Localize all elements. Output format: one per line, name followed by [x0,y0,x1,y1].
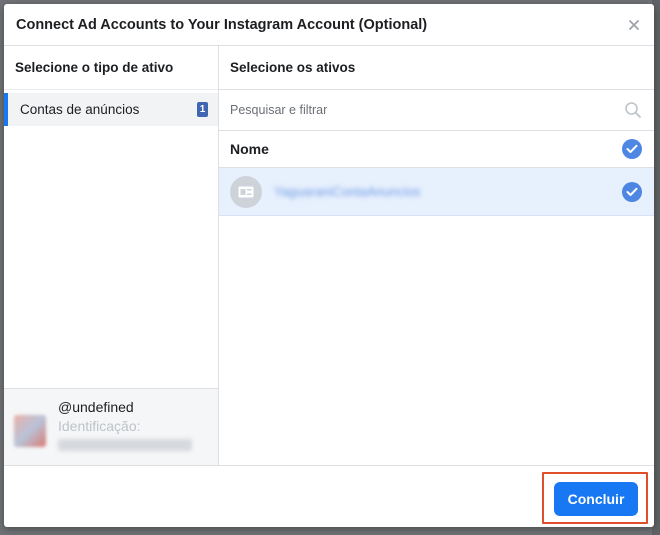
search-bar [219,90,654,131]
account-info: @undefined Identificação: [58,399,192,451]
instagram-account-card: @undefined Identificação: [4,388,218,465]
done-button[interactable]: Concluir [554,482,638,516]
dialog-title: Connect Ad Accounts to Your Instagram Ac… [16,16,428,33]
asset-selection-panel: Selecione os ativos Nome [219,46,654,465]
column-header-name: Nome [230,141,269,157]
highlight-frame: Concluir [542,472,648,524]
account-id-value-redacted [58,439,192,451]
asset-type-heading: Selecione o tipo de ativo [4,46,218,90]
asset-selected-check-icon[interactable] [622,181,642,202]
select-all-check-icon[interactable] [622,139,642,159]
close-icon[interactable] [626,17,642,33]
account-id-label: Identificação: [58,418,141,434]
asset-type-panel: Selecione o tipo de ativo Contas de anún… [4,46,219,465]
dialog-body: Selecione o tipo de ativo Contas de anún… [4,46,654,466]
asset-type-ad-accounts[interactable]: Contas de anúncios 1 [4,93,218,126]
asset-row[interactable]: YaguaraniContaAnuncios [219,168,654,216]
count-badge: 1 [197,102,208,117]
asset-name-redacted: YaguaraniContaAnuncios [274,184,421,199]
asset-row-content: YaguaraniContaAnuncios [230,175,421,208]
avatar [14,415,46,447]
search-input[interactable] [230,103,590,117]
asset-selection-heading: Selecione os ativos [219,46,654,90]
search-icon[interactable] [624,101,642,119]
dialog-header: Connect Ad Accounts to Your Instagram Ac… [4,4,654,46]
ad-account-icon [230,175,262,208]
select-all-row[interactable]: Nome [219,131,654,168]
asset-type-label: Contas de anúncios [20,102,140,117]
account-handle: @undefined [58,399,134,415]
connect-ad-accounts-dialog: Connect Ad Accounts to Your Instagram Ac… [4,4,654,527]
